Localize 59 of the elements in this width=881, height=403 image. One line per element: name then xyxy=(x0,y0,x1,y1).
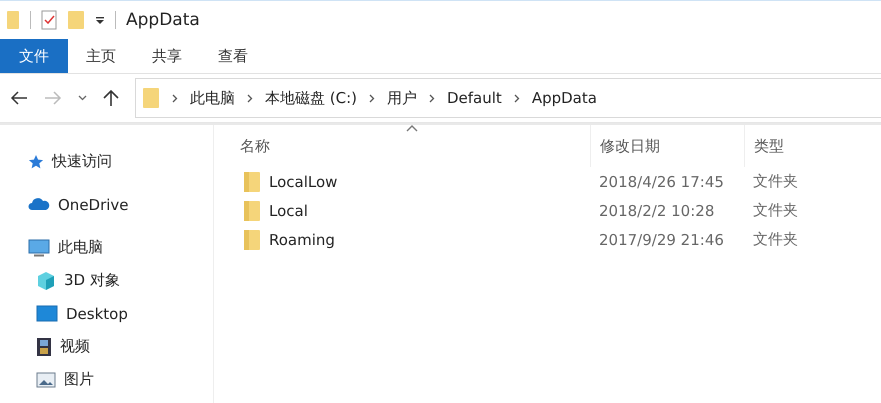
ribbon-tab[interactable]: 文件 xyxy=(0,39,68,73)
folder-icon xyxy=(243,200,261,222)
nav-label: 3D 对象 xyxy=(64,271,120,290)
up-arrow-icon[interactable] xyxy=(103,89,119,107)
ribbon-tab[interactable]: 查看 xyxy=(200,39,266,73)
file-name[interactable]: LocalLow xyxy=(269,172,338,190)
nav-item[interactable]: 图片 xyxy=(0,363,213,396)
column-header[interactable]: 修改日期 xyxy=(590,125,744,167)
folder-icon xyxy=(243,170,261,192)
type-cell-text: 文件夹 xyxy=(752,171,799,192)
nav-label: Desktop xyxy=(66,304,128,322)
back-icon[interactable] xyxy=(10,91,28,105)
date-cell-text: 2017/9/29 21:46 xyxy=(598,230,725,250)
nav-item[interactable]: 快速访问 xyxy=(0,145,213,178)
properties-icon[interactable] xyxy=(41,10,57,30)
column-header[interactable]: 名称 xyxy=(240,125,590,167)
chevron-down-icon[interactable] xyxy=(78,95,87,101)
nav-label: 视频 xyxy=(60,337,90,356)
ribbon-tab[interactable]: 主页 xyxy=(68,39,134,73)
cloud-icon xyxy=(28,198,50,211)
address-bar[interactable]: 此电脑 本地磁盘 (C:) 用户 Default AppData xyxy=(135,78,881,118)
folder-icon xyxy=(142,87,160,109)
breadcrumb-item[interactable]: 本地磁盘 (C:) xyxy=(265,88,357,108)
file-name[interactable]: Roaming xyxy=(269,230,335,248)
nav-item[interactable]: Desktop xyxy=(0,297,213,330)
nav-item[interactable]: OneDrive xyxy=(0,188,213,221)
date-cell-text: 2018/2/2 10:28 xyxy=(598,200,716,222)
nav-label: 快速访问 xyxy=(52,152,112,171)
breadcrumb-item[interactable]: AppData xyxy=(532,89,597,107)
column-header[interactable]: 类型 xyxy=(744,125,844,167)
breadcrumb-item[interactable]: 用户 xyxy=(387,88,417,108)
nav-label: 图片 xyxy=(64,370,94,389)
chevron-right-icon[interactable] xyxy=(369,94,375,102)
window-title: AppData xyxy=(126,10,200,30)
image-icon xyxy=(36,372,56,388)
type-cell-text: 文件夹 xyxy=(752,229,799,250)
nav-label: OneDrive xyxy=(58,196,129,214)
chevron-right-icon[interactable] xyxy=(247,94,253,102)
breadcrumb-item[interactable]: 此电脑 xyxy=(190,88,235,108)
nav-item[interactable]: 视频 xyxy=(0,330,213,363)
chevron-right-icon[interactable] xyxy=(172,94,178,102)
desktop-icon xyxy=(36,305,58,322)
monitor-icon xyxy=(28,238,50,256)
nav-label: 此电脑 xyxy=(58,238,103,257)
date-cell-text: 2018/4/26 17:45 xyxy=(598,172,725,192)
breadcrumb-item[interactable]: Default xyxy=(447,89,502,107)
dropdown-icon[interactable] xyxy=(95,15,105,25)
cube-icon xyxy=(36,270,56,290)
nav-item[interactable]: 3D 对象 xyxy=(0,264,213,297)
ribbon-tab[interactable]: 共享 xyxy=(134,39,200,73)
sort-caret-icon xyxy=(406,125,418,132)
star-icon xyxy=(28,154,44,170)
file-name[interactable]: Local xyxy=(269,202,308,220)
film-icon xyxy=(36,336,52,356)
type-cell-text: 文件夹 xyxy=(752,200,799,221)
chevron-right-icon[interactable] xyxy=(514,94,520,102)
nav-item[interactable]: 此电脑 xyxy=(0,231,213,264)
folder-icon xyxy=(243,228,261,250)
chevron-right-icon[interactable] xyxy=(429,94,435,102)
